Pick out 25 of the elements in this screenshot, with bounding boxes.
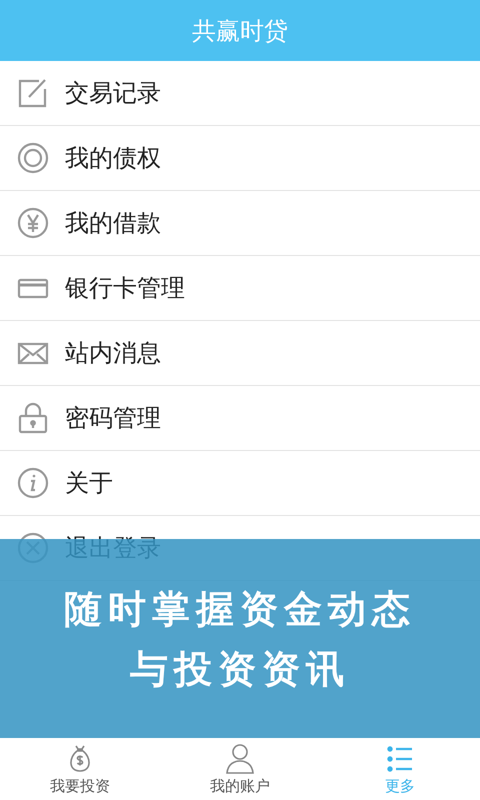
promo-text: 与投资资讯 <box>130 646 350 692</box>
tab[interactable]: 我的账户 <box>160 738 320 800</box>
menu-item[interactable]: 密码管理 <box>0 386 480 451</box>
info-icon <box>17 467 49 499</box>
menu-item[interactable]: 银行卡管理 <box>0 256 480 321</box>
menu-label: 银行卡管理 <box>65 273 185 304</box>
lock-icon <box>17 402 49 434</box>
menu-label: 我的借款 <box>65 208 161 239</box>
yen-icon <box>17 207 49 239</box>
menu-item[interactable]: 交易记录 <box>0 61 480 126</box>
menu-label: 交易记录 <box>65 78 161 109</box>
app-title: 共赢时贷 <box>192 16 288 46</box>
menu-label: 退出登录 <box>65 533 161 564</box>
tab[interactable]: 我要投资 <box>0 738 160 800</box>
user-icon <box>224 742 256 774</box>
edit-icon <box>17 77 49 109</box>
menu-item[interactable]: 关于 <box>0 451 480 516</box>
promo-text: 随时掌握资金动态 <box>64 586 416 632</box>
menu-label: 站内消息 <box>65 338 161 369</box>
menu-item[interactable]: 我的债权 <box>0 126 480 191</box>
menu-item[interactable]: 我的借款 <box>0 191 480 256</box>
menu-label: 关于 <box>65 468 113 499</box>
menu-label: 密码管理 <box>65 403 161 434</box>
menu-item[interactable]: 站内消息 <box>0 321 480 386</box>
menu-label: 我的债权 <box>65 143 161 174</box>
